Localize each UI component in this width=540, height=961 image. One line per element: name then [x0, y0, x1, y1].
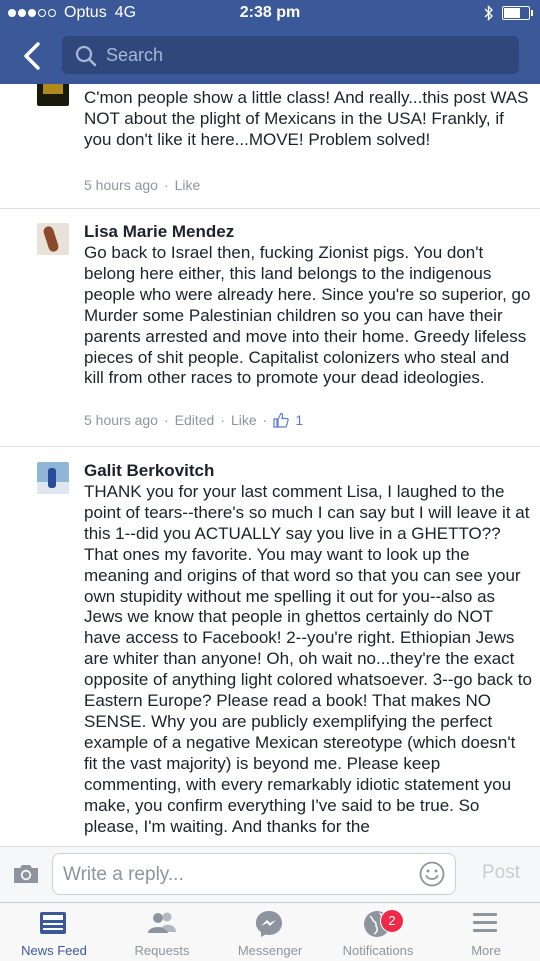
reply-input[interactable]: Write a reply...: [52, 853, 456, 895]
messenger-icon: [256, 911, 282, 937]
avatar[interactable]: [37, 462, 69, 494]
back-arrow-icon[interactable]: [18, 38, 48, 74]
reply-placeholder: Write a reply...: [63, 864, 184, 885]
battery-icon: [502, 6, 533, 20]
comment-thread[interactable]: C'mon people show a little class! And re…: [0, 84, 540, 846]
edited-label[interactable]: Edited: [175, 412, 215, 428]
tab-notifications[interactable]: 2 Notifications: [324, 903, 432, 961]
tab-more[interactable]: More: [432, 903, 540, 961]
avatar[interactable]: [37, 84, 69, 106]
tab-label: Notifications: [342, 943, 414, 958]
tab-label: News Feed: [21, 943, 87, 958]
search-icon: [75, 45, 97, 67]
top-bar: Optus 4G 2:38 pm Search: [0, 0, 540, 84]
news-feed-icon: [40, 912, 66, 934]
comment-time[interactable]: 5 hours ago: [84, 177, 158, 193]
tab-bar: News Feed Requests Messenger 2 Notificat…: [0, 902, 540, 961]
emoji-icon[interactable]: [419, 861, 445, 887]
tab-label: More: [471, 943, 501, 958]
thumbs-up-icon: [273, 412, 290, 428]
clock: 2:38 pm: [239, 4, 301, 21]
comment-author[interactable]: Lisa Marie Mendez: [84, 222, 234, 242]
nav-bar: Search: [0, 28, 540, 84]
comment-text: Go back to Israel then, fucking Zionist …: [84, 243, 531, 388]
tab-messenger[interactable]: Messenger: [216, 903, 324, 961]
comment: Galit Berkovitch THANK you for your last…: [0, 446, 540, 846]
comment: C'mon people show a little class! And re…: [0, 84, 540, 209]
reply-bar: Write a reply... Post: [0, 846, 540, 903]
tab-label: Requests: [134, 943, 190, 958]
comment-meta: 5 hours ago · Like: [84, 177, 201, 193]
camera-icon[interactable]: [12, 863, 40, 885]
search-input[interactable]: Search: [62, 36, 519, 74]
avatar[interactable]: [37, 223, 69, 255]
search-placeholder: Search: [106, 45, 164, 65]
like-count: 1: [295, 412, 304, 428]
like-link[interactable]: Like: [175, 177, 201, 193]
post-button[interactable]: Post: [482, 862, 520, 884]
menu-icon: [473, 913, 497, 932]
tab-requests[interactable]: Requests: [108, 903, 216, 961]
status-bar: Optus 4G 2:38 pm: [0, 0, 540, 28]
like-link[interactable]: Like: [231, 412, 257, 428]
bluetooth-icon: [484, 5, 493, 21]
notification-badge: 2: [380, 909, 404, 933]
comment-text: C'mon people show a little class! And re…: [84, 88, 529, 149]
comment-time[interactable]: 5 hours ago: [84, 412, 158, 428]
tab-label: Messenger: [237, 943, 303, 958]
tab-news-feed[interactable]: News Feed: [0, 903, 108, 961]
comment-author[interactable]: Galit Berkovitch: [84, 461, 214, 481]
comment-text: THANK you for your last comment Lisa, I …: [84, 482, 532, 836]
requests-icon: [148, 912, 176, 933]
comment: Lisa Marie Mendez Go back to Israel then…: [0, 208, 540, 447]
comment-meta: 5 hours ago · Edited · Like · 1: [84, 412, 304, 428]
